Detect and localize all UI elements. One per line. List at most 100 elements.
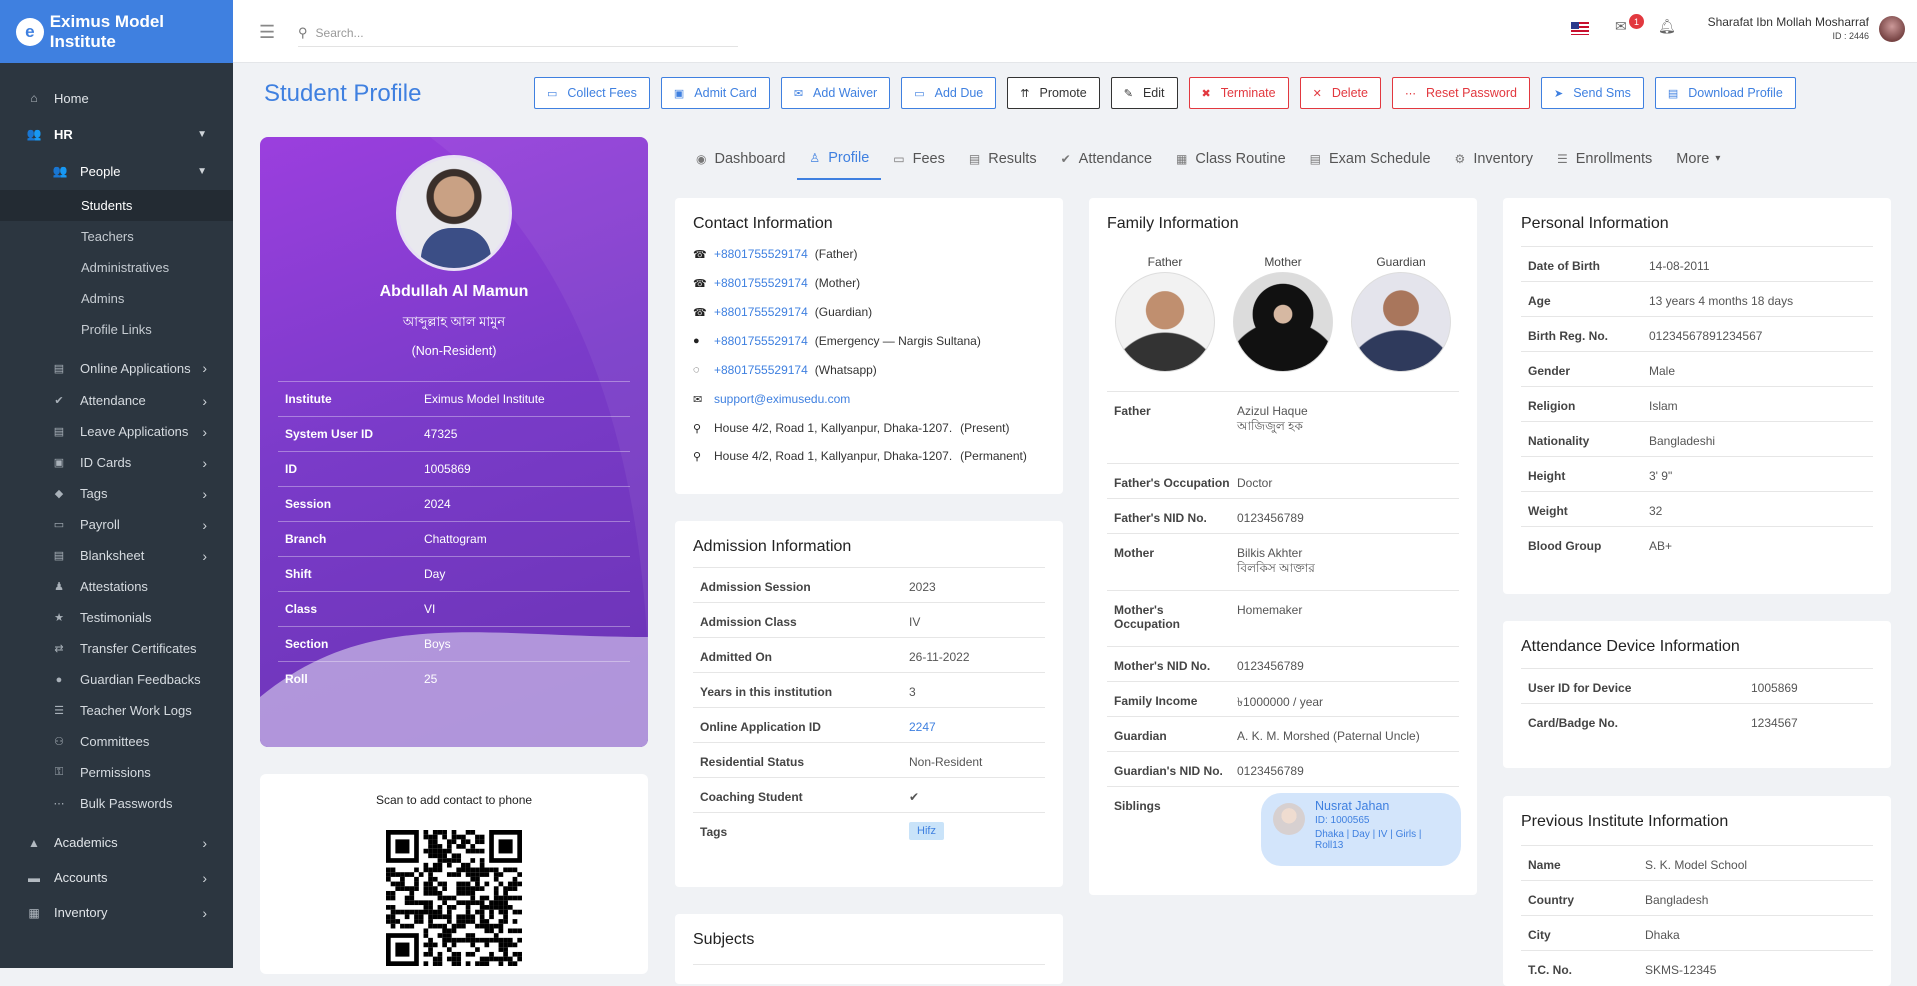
add-due-icon: ▭ xyxy=(914,87,925,100)
add-waiver-button[interactable]: ✉ Add Waiver xyxy=(780,77,891,109)
sibling-info: Dhaka | Day | IV | Girls | xyxy=(1315,829,1422,840)
terminate-button[interactable]: ✖ Terminate xyxy=(1188,77,1289,109)
sidebar-item-accounts[interactable]: ▬ Accounts › xyxy=(0,860,233,895)
phone-link[interactable]: +8801755529174 xyxy=(714,334,808,348)
row-value: 13 years 4 months 18 days xyxy=(1649,294,1794,308)
mail-icon[interactable]: ✉ xyxy=(1615,18,1627,35)
profile-key: Class xyxy=(285,602,318,616)
sidebar-item-teachers[interactable]: Teachers xyxy=(0,221,233,252)
row-key: Age xyxy=(1528,294,1551,308)
chevron-right-icon: › xyxy=(202,392,207,409)
student-profile-card: Abdullah Al Mamun আব্দুল্লাহ আল মামুন (N… xyxy=(260,137,648,747)
subjects-card: Subjects xyxy=(675,914,1063,984)
phone-link[interactable]: +8801755529174 xyxy=(714,305,808,319)
sidebar-item-transfer-certificates[interactable]: ⇄ Transfer Certificates xyxy=(0,633,233,664)
sibling-card[interactable]: Nusrat Jahan ID: 1000565 Dhaka | Day | IV … xyxy=(1261,793,1461,866)
sidebar-item-hr[interactable]: 👥 HR ▼ xyxy=(0,116,233,152)
table-row: City Dhaka xyxy=(1521,915,1873,950)
file-icon: ▤ xyxy=(53,362,65,375)
online-application-link[interactable]: 2247 xyxy=(909,720,936,734)
sidebar-item-blanksheet[interactable]: ▤ Blanksheet › xyxy=(0,540,233,571)
profile-row: Branch Chattogram xyxy=(278,521,630,556)
row-value: Bilkis Akhter বিলকিস আক্তার xyxy=(1237,546,1315,575)
row-value: 2247 xyxy=(909,708,936,734)
sidebar-item-inventory[interactable]: ▦ Inventory › xyxy=(0,895,233,930)
row-key: Residential Status xyxy=(700,755,805,769)
phone-relation: (Guardian) xyxy=(814,305,873,319)
tab-profile[interactable]: ♙ Profile xyxy=(797,137,882,180)
previous-title: Previous Institute Information xyxy=(1521,813,1729,830)
add-due-button[interactable]: ▭ Add Due xyxy=(901,77,997,109)
fees-tab-icon: ▭ xyxy=(893,151,905,166)
tab-fees[interactable]: ▭ Fees xyxy=(881,137,957,180)
sidebar-item-admins[interactable]: Admins xyxy=(0,283,233,314)
sidebar-item-online-applications[interactable]: ▤ Online Applications › xyxy=(0,351,233,385)
users-icon: 👥 xyxy=(26,127,42,141)
reset-password-icon: ⋯ xyxy=(1404,87,1416,100)
tab-attendance[interactable]: ✔ Attendance xyxy=(1049,137,1164,180)
sidebar-item-committees[interactable]: ⚇ Committees xyxy=(0,726,233,757)
phone-link[interactable]: +8801755529174 xyxy=(714,363,808,377)
collect-fees-button[interactable]: ▭ Collect Fees xyxy=(534,77,650,109)
row-value: A. K. M. Morshed (Paternal Uncle) xyxy=(1237,729,1420,743)
sidebar-item-tags[interactable]: ◆ Tags › xyxy=(0,478,233,509)
avatar[interactable] xyxy=(1879,16,1905,42)
edit-button[interactable]: ✎ Edit xyxy=(1110,77,1178,109)
sidebar-item-home[interactable]: ⌂ Home xyxy=(0,80,233,116)
bell-icon[interactable]: 🔔︎ xyxy=(1658,18,1676,35)
sidebar-item-students[interactable]: Students xyxy=(0,190,233,221)
sidebar-item-attestations[interactable]: ♟ Attestations xyxy=(0,571,233,602)
sidebar-item-people[interactable]: 👥 People ▼ xyxy=(0,152,233,190)
tab-results[interactable]: ▤ Results xyxy=(957,137,1049,180)
row-key: Mother's NID No. xyxy=(1114,659,1211,673)
stamp-icon: ♟ xyxy=(54,581,64,593)
sidebar-item-guardian-feedbacks[interactable]: ● Guardian Feedbacks xyxy=(0,664,233,695)
profile-row: Institute Eximus Model Institute xyxy=(278,381,630,416)
admission-card: Admission Information Admission Session 2… xyxy=(675,521,1063,887)
user-id: ID : 2446 xyxy=(1832,31,1869,41)
sidebar-item-teacher-work-logs[interactable]: ☰ Teacher Work Logs xyxy=(0,695,233,726)
table-row: Coaching Student ✔ xyxy=(693,777,1045,812)
sidebar-item-id-cards[interactable]: ▣ ID Cards › xyxy=(0,447,233,478)
phone-link[interactable]: +8801755529174 xyxy=(714,247,808,261)
reset-password-button[interactable]: ⋯ Reset Password xyxy=(1391,77,1530,109)
chevron-right-icon: › xyxy=(202,834,207,851)
phone-link[interactable]: +8801755529174 xyxy=(714,276,808,290)
hamburger-menu-icon[interactable]: ☰ xyxy=(259,22,275,43)
table-row: Birth Reg. No. 01234567891234567 xyxy=(1521,316,1873,351)
sidebar-item-payroll[interactable]: ▭ Payroll › xyxy=(0,509,233,540)
sidebar-item-profile-links[interactable]: Profile Links xyxy=(0,314,233,345)
tag-badge[interactable]: Hifz xyxy=(909,822,944,840)
tab-exam-schedule[interactable]: ▤ Exam Schedule xyxy=(1298,137,1443,180)
tab-enrollments[interactable]: ☰ Enrollments xyxy=(1545,137,1664,180)
tab-class-routine[interactable]: ▦ Class Routine xyxy=(1164,137,1298,180)
row-value-bangla: আজিজুল হক xyxy=(1237,419,1303,433)
sidebar-item-testimonials[interactable]: ★ Testimonials xyxy=(0,602,233,633)
row-value: Male xyxy=(1649,364,1676,378)
admit-card-button[interactable]: ▣ Admit Card xyxy=(660,77,770,109)
search-input[interactable]: ⚲ Search... xyxy=(298,19,738,47)
sidebar-item-administratives[interactable]: Administratives xyxy=(0,252,233,283)
sidebar-item-permissions[interactable]: ⚿ Permissions xyxy=(0,757,233,788)
row-value: ৳1000000 / year xyxy=(1237,695,1324,709)
tab-dashboard[interactable]: ◉ Dashboard xyxy=(684,137,797,180)
row-key: Guardian's NID No. xyxy=(1114,764,1223,778)
profile-row: Shift Day xyxy=(278,556,630,591)
admit-card-icon: ▣ xyxy=(673,87,685,100)
us-flag-icon[interactable] xyxy=(1571,22,1589,35)
email-link[interactable]: support@eximusedu.com xyxy=(714,392,850,406)
delete-button[interactable]: ✕ Delete xyxy=(1299,77,1381,109)
download-profile-button[interactable]: ▤ Download Profile xyxy=(1654,77,1796,109)
sidebar-item-bulk-passwords[interactable]: ⋯ Bulk Passwords xyxy=(0,788,233,819)
profile-key: Branch xyxy=(285,532,327,546)
tab-more[interactable]: More ▾ xyxy=(1664,137,1732,180)
user-name[interactable]: Sharafat Ibn Mollah Mosharraf xyxy=(1708,15,1869,29)
sidebar-item-attendance[interactable]: ✔ Attendance › xyxy=(0,385,233,416)
send-sms-button[interactable]: ➤ Send Sms xyxy=(1540,77,1644,109)
tab-inventory[interactable]: ⚙ Inventory xyxy=(1443,137,1545,180)
sidebar-item-academics[interactable]: ▲ Academics › xyxy=(0,825,233,860)
promote-button[interactable]: ⇈ Promote xyxy=(1007,77,1100,109)
row-value: Bangladeshi xyxy=(1649,434,1716,448)
brand[interactable]: e Eximus Model Institute xyxy=(0,0,233,63)
sidebar-item-leave-applications[interactable]: ▤ Leave Applications › xyxy=(0,416,233,447)
